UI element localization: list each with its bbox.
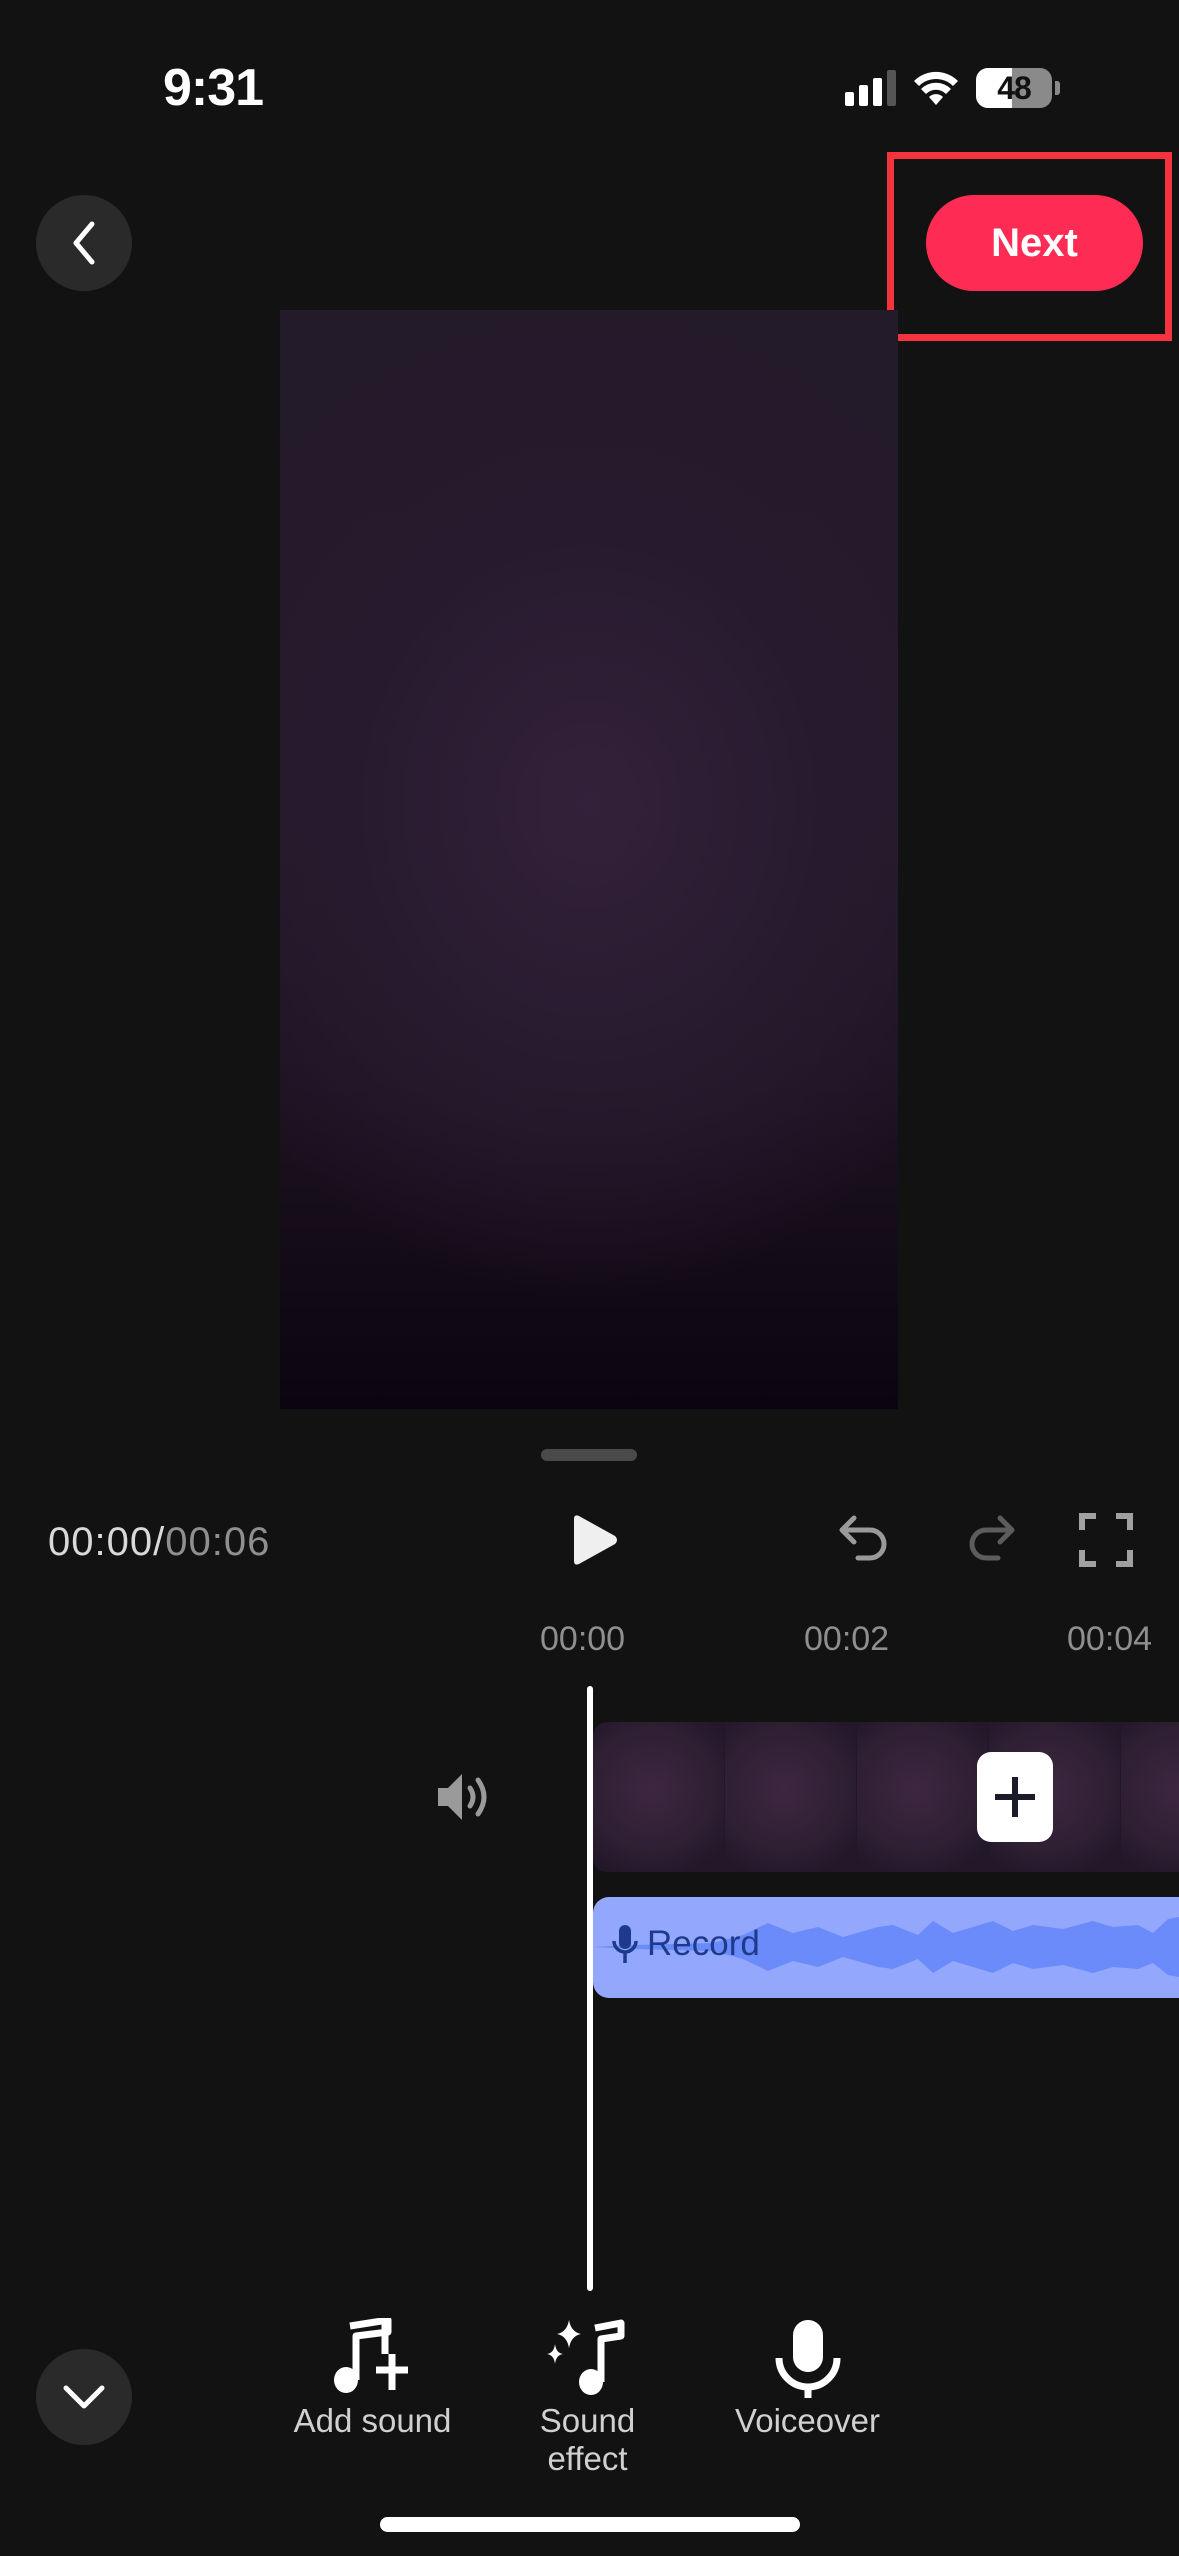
volume-button[interactable] bbox=[430, 1762, 500, 1832]
video-frame bbox=[593, 1722, 725, 1872]
total-time: 00:06 bbox=[165, 1520, 271, 1564]
fullscreen-icon bbox=[1079, 1513, 1133, 1567]
microphone-icon bbox=[775, 2320, 840, 2398]
microphone-icon bbox=[612, 1925, 638, 1963]
redo-button[interactable] bbox=[958, 1510, 1018, 1570]
music-note-sparkle-icon bbox=[546, 2319, 624, 2395]
sound-effect-label: Sound effect bbox=[539, 2402, 636, 2477]
battery-icon: 48 bbox=[976, 68, 1060, 108]
audio-track-label: Record bbox=[611, 1923, 760, 1965]
ruler-tick: 00:04 bbox=[1067, 1620, 1153, 1658]
undo-icon bbox=[839, 1515, 887, 1561]
audio-track-title: Record bbox=[647, 1924, 760, 1963]
video-frame bbox=[857, 1722, 989, 1872]
voiceover-button[interactable]: Voiceover bbox=[720, 2318, 895, 2440]
speaker-icon bbox=[438, 1774, 487, 1820]
chevron-left-icon bbox=[73, 221, 95, 265]
wifi-icon bbox=[914, 71, 958, 105]
video-frame bbox=[725, 1722, 857, 1872]
redo-icon bbox=[969, 1515, 1015, 1561]
playhead[interactable] bbox=[587, 1686, 593, 2291]
time-readout: 00:00/00:06 bbox=[48, 1520, 270, 1565]
undo-button[interactable] bbox=[836, 1510, 896, 1570]
plus-icon bbox=[995, 1777, 1035, 1817]
collapse-button[interactable] bbox=[36, 2349, 132, 2445]
add-clip-button[interactable] bbox=[977, 1752, 1053, 1842]
drag-handle[interactable] bbox=[541, 1449, 637, 1461]
play-button[interactable] bbox=[560, 1505, 630, 1575]
video-track[interactable] bbox=[593, 1722, 1179, 1872]
play-icon bbox=[574, 1515, 617, 1565]
home-indicator[interactable] bbox=[380, 2517, 800, 2532]
add-sound-label: Add sound bbox=[293, 2402, 452, 2439]
voiceover-label: Voiceover bbox=[735, 2402, 880, 2439]
ruler-tick: 00:00 bbox=[540, 1620, 626, 1658]
back-button[interactable] bbox=[36, 195, 132, 291]
next-button[interactable]: Next bbox=[926, 195, 1143, 291]
current-time: 00:00 bbox=[48, 1520, 154, 1564]
signal-icon bbox=[845, 70, 896, 106]
sound-effect-button[interactable]: Sound effect bbox=[525, 2318, 650, 2478]
music-note-plus-icon bbox=[333, 2318, 408, 2393]
audio-track-record[interactable]: Record bbox=[593, 1897, 1179, 1998]
status-time: 9:31 bbox=[163, 59, 264, 117]
fullscreen-button[interactable] bbox=[1078, 1512, 1134, 1568]
time-separator: / bbox=[153, 1520, 166, 1564]
battery-percent: 48 bbox=[997, 69, 1032, 106]
ruler-tick: 00:02 bbox=[804, 1620, 890, 1658]
status-icons: 48 bbox=[845, 66, 1060, 110]
video-preview[interactable] bbox=[280, 310, 898, 1409]
video-frame bbox=[1121, 1722, 1179, 1872]
chevron-down-icon bbox=[63, 2385, 105, 2409]
add-sound-button[interactable]: Add sound bbox=[285, 2318, 460, 2440]
